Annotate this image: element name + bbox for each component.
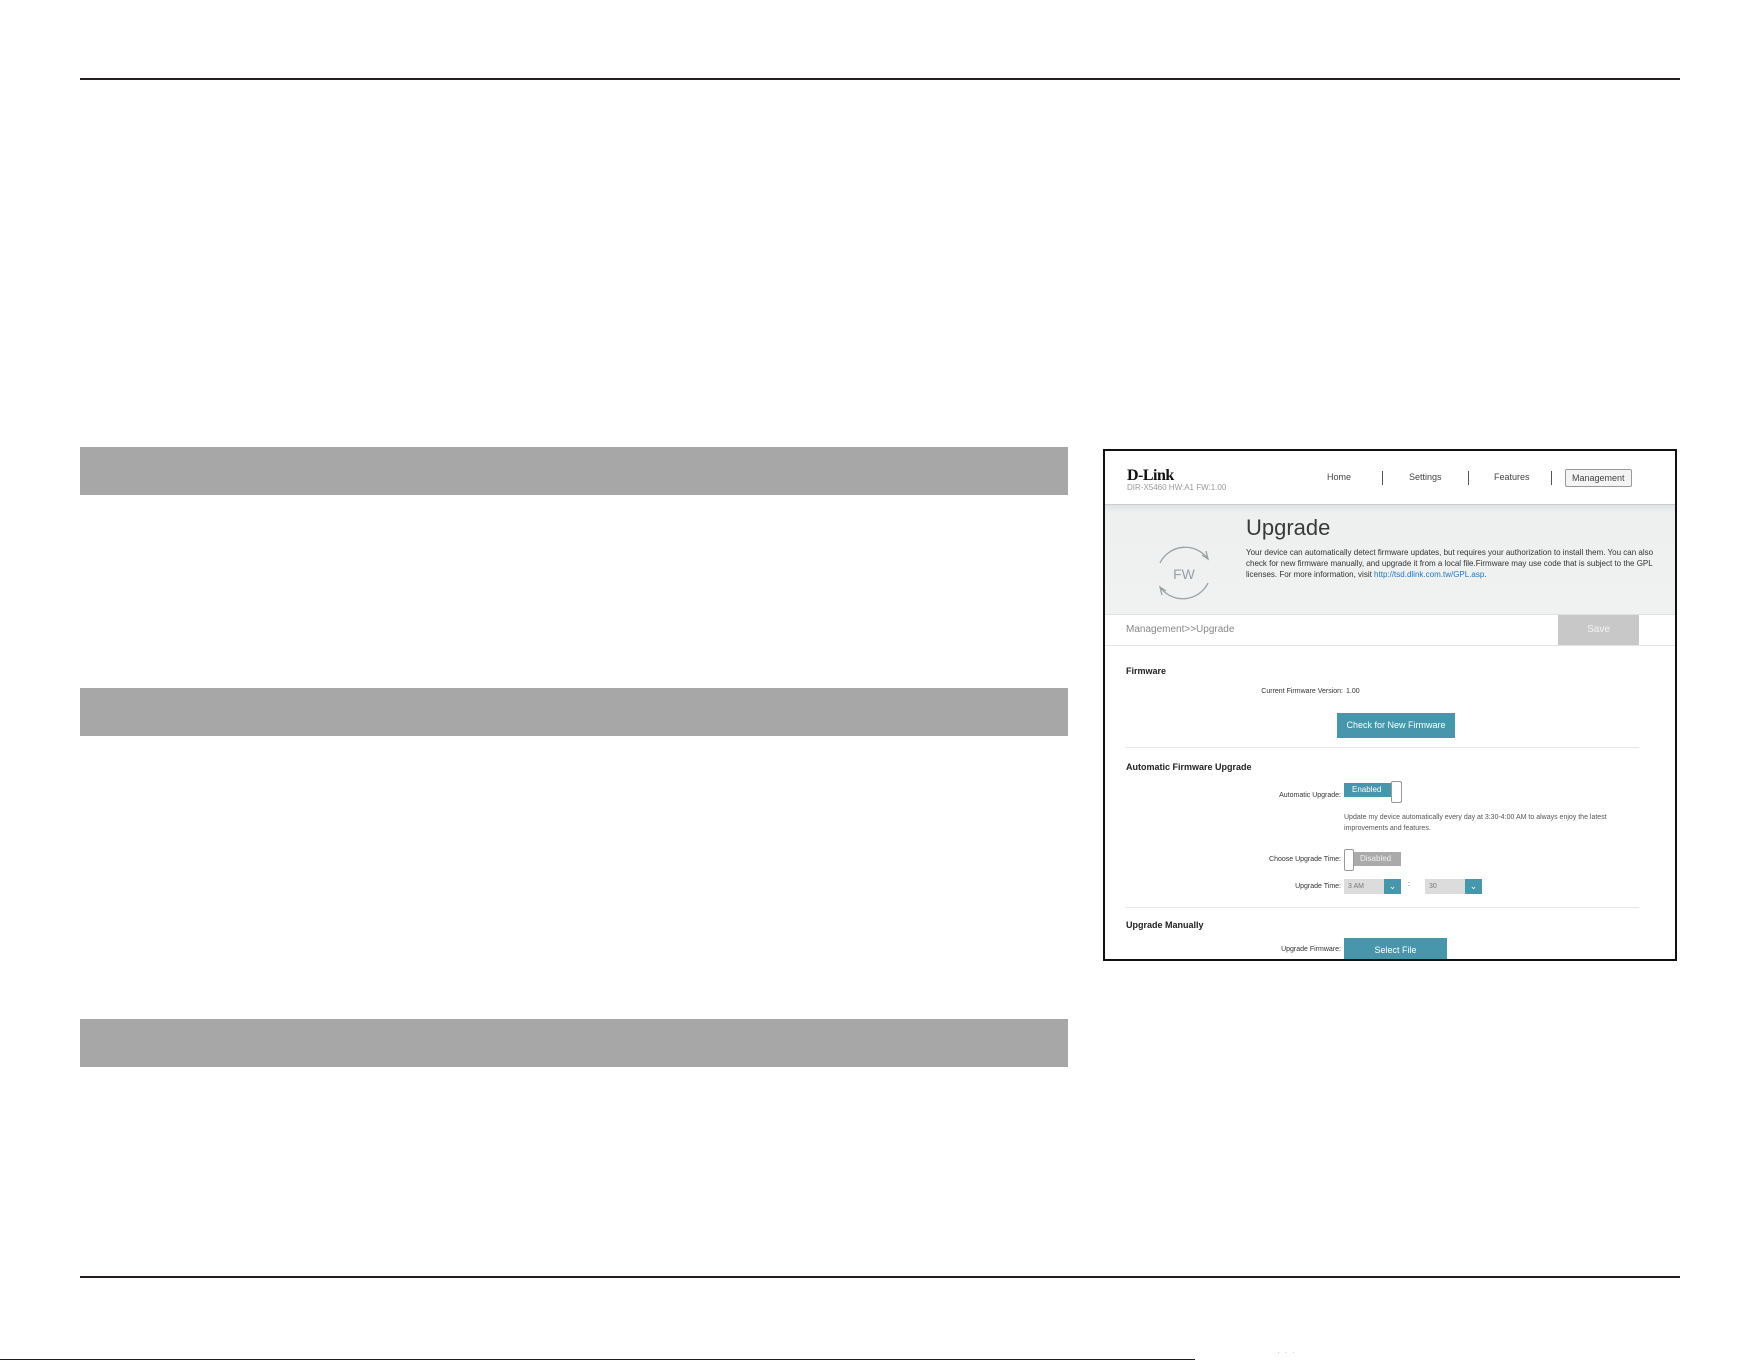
- time-separator: :: [1408, 881, 1410, 888]
- router-screenshot: D-Link DIR-X5460 HW:A1 FW:1.00 Home Sett…: [1103, 449, 1677, 961]
- chevron-down-icon: ⌄: [1465, 879, 1482, 894]
- section-bar-3: [80, 1019, 1068, 1067]
- automatic-upgrade-label: Automatic Upgrade:: [1279, 792, 1341, 799]
- toggle-state-text: Enabled: [1344, 783, 1392, 797]
- manual-upgrade-section-title: Upgrade Manually: [1126, 920, 1204, 930]
- upgrade-firmware-label: Upgrade Firmware:: [1281, 946, 1341, 953]
- choose-upgrade-time-toggle[interactable]: Disabled: [1344, 849, 1402, 871]
- current-version-label: Current Firmware Version:: [1261, 688, 1343, 695]
- chevron-down-icon: ⌄: [1384, 879, 1401, 894]
- section-divider: [1125, 747, 1639, 748]
- footer-mark: ' ' ': [1278, 1352, 1296, 1358]
- firmware-icon-text: FW: [1173, 566, 1196, 582]
- description-suffix: .: [1484, 570, 1487, 579]
- hour-value: 3 AM: [1348, 883, 1364, 890]
- hero-banner: FW Upgrade Your device can automatically…: [1105, 504, 1675, 615]
- section-bar-1: [80, 447, 1068, 495]
- select-file-button[interactable]: Select File: [1344, 938, 1447, 959]
- section-bar-2: [80, 688, 1068, 736]
- save-button[interactable]: Save: [1558, 615, 1639, 645]
- nav-features[interactable]: Features: [1494, 472, 1530, 482]
- firmware-refresh-icon: FW: [1158, 546, 1210, 600]
- bottom-rule: [80, 1276, 1680, 1278]
- toggle-knob: [1344, 849, 1354, 871]
- breadcrumb-bar: Management>>Upgrade Save: [1105, 614, 1675, 646]
- toggle-knob: [1391, 781, 1402, 803]
- router-header: D-Link DIR-X5460 HW:A1 FW:1.00 Home Sett…: [1105, 451, 1675, 504]
- nav-separator: [1551, 471, 1552, 485]
- upgrade-minute-select[interactable]: 30 ⌄: [1425, 879, 1482, 894]
- page-title: Upgrade: [1246, 515, 1331, 540]
- firmware-section-title: Firmware: [1126, 666, 1167, 676]
- nav-management[interactable]: Management: [1565, 469, 1632, 487]
- page-description: Your device can automatically detect fir…: [1246, 547, 1666, 580]
- automatic-upgrade-note: Update my device automatically every day…: [1344, 814, 1607, 832]
- nav-separator: [1382, 471, 1383, 485]
- nav-home[interactable]: Home: [1327, 472, 1351, 482]
- current-version-value: 1.00: [1346, 688, 1360, 695]
- auto-upgrade-section-title: Automatic Firmware Upgrade: [1126, 762, 1252, 772]
- gpl-link[interactable]: http://tsd.dlink.com.tw/GPL.asp: [1374, 570, 1484, 579]
- section-divider: [1125, 907, 1639, 908]
- model-line: DIR-X5460 HW:A1 FW:1.00: [1127, 483, 1227, 492]
- minute-value: 30: [1429, 883, 1437, 890]
- toggle-state-text: Disabled: [1353, 852, 1401, 866]
- breadcrumb: Management>>Upgrade: [1126, 624, 1235, 635]
- top-rule: [80, 78, 1680, 80]
- footer-line: [0, 1359, 1195, 1360]
- upgrade-time-label: Upgrade Time:: [1295, 883, 1341, 890]
- choose-upgrade-time-label: Choose Upgrade Time:: [1269, 856, 1341, 863]
- nav-separator: [1468, 471, 1469, 485]
- nav-settings[interactable]: Settings: [1409, 472, 1442, 482]
- check-firmware-button[interactable]: Check for New Firmware: [1337, 713, 1455, 738]
- upgrade-hour-select[interactable]: 3 AM ⌄: [1344, 879, 1401, 894]
- automatic-upgrade-toggle[interactable]: Enabled: [1344, 781, 1402, 803]
